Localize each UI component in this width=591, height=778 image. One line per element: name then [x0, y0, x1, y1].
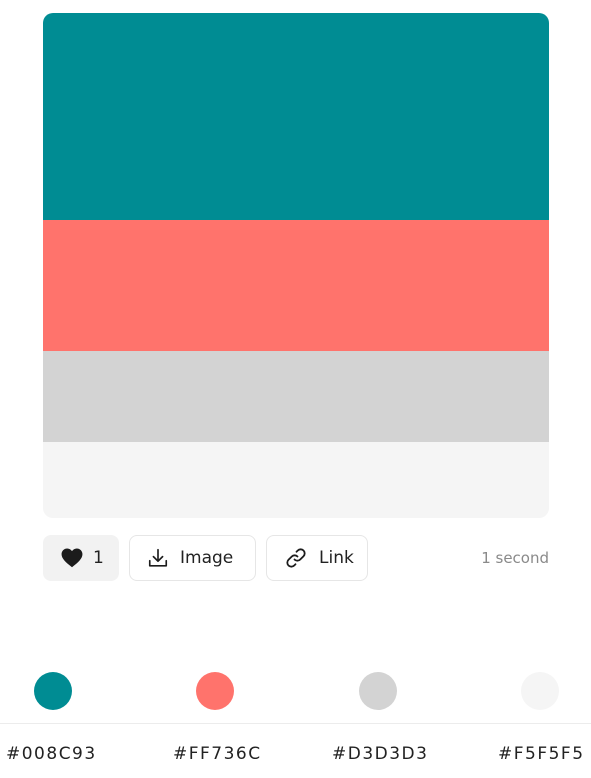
color-code-1[interactable]: #008C93	[6, 744, 97, 764]
download-icon	[147, 547, 169, 569]
palette-swatch-3[interactable]	[43, 351, 549, 442]
like-count: 1	[93, 548, 104, 568]
color-dot-3[interactable]	[359, 672, 397, 710]
color-dot-2[interactable]	[196, 672, 234, 710]
link-button-label: Link	[319, 548, 354, 568]
like-button[interactable]: 1	[43, 535, 119, 581]
color-codes: #008C93 #FF736C #D3D3D3 #F5F5F5	[0, 744, 591, 770]
color-code-3[interactable]: #D3D3D3	[332, 744, 428, 764]
divider	[0, 723, 591, 724]
color-code-2[interactable]: #FF736C	[173, 744, 262, 764]
time-ago: 1 second	[481, 549, 549, 567]
color-code-4[interactable]: #F5F5F5	[498, 744, 585, 764]
palette-swatch-4[interactable]	[43, 442, 549, 518]
palette-swatch-2[interactable]	[43, 220, 549, 351]
image-button-label: Image	[180, 548, 234, 568]
palette-preview	[43, 13, 549, 518]
palette-actions: 1 Image Link 1 second	[43, 535, 549, 583]
color-dots	[0, 672, 591, 712]
download-image-button[interactable]: Image	[129, 535, 256, 581]
color-dot-1[interactable]	[34, 672, 72, 710]
palette-swatch-1[interactable]	[43, 13, 549, 220]
copy-link-button[interactable]: Link	[266, 535, 368, 581]
color-dot-4[interactable]	[521, 672, 559, 710]
link-icon	[284, 546, 308, 570]
heart-icon	[61, 548, 83, 568]
